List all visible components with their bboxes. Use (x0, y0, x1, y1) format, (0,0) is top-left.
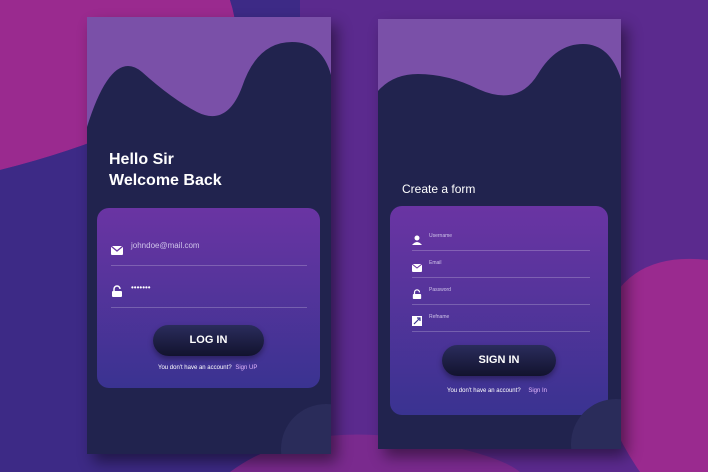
password-underline (111, 307, 307, 308)
signup-footer: You don't have an account? Sign In (447, 388, 547, 394)
login-button[interactable]: LOG IN (153, 325, 264, 356)
signup-footer-text: You don't have an account? (447, 388, 521, 394)
corner-decoration (281, 404, 331, 454)
greeting: Hello Sir Welcome Back (109, 149, 222, 191)
signup-card: Create a form Username Email Password Re… (378, 19, 621, 449)
greeting-line-2: Welcome Back (109, 172, 222, 189)
login-footer: You don't have an account? Sign UP (158, 365, 257, 371)
refname-field[interactable]: Refname (412, 313, 590, 332)
email-placeholder: Email (429, 260, 442, 266)
login-form: johndoe@mail.com ••••••• LOG IN You don'… (97, 208, 320, 388)
login-card: Hello Sir Welcome Back johndoe@mail.com … (87, 17, 331, 454)
wave-header (87, 17, 331, 127)
email-field[interactable]: Email (411, 259, 590, 278)
password-placeholder: Password (429, 287, 451, 293)
signin-button[interactable]: SIGN IN (442, 345, 556, 376)
image-icon (412, 313, 426, 327)
lock-icon (412, 286, 426, 300)
user-icon (412, 232, 426, 246)
email-underline (412, 277, 590, 278)
password-field[interactable]: Password (412, 286, 590, 305)
email-field[interactable]: johndoe@mail.com (110, 241, 307, 266)
signin-link[interactable]: Sign In (528, 388, 547, 394)
username-underline (412, 250, 590, 251)
email-value: johndoe@mail.com (131, 241, 200, 250)
email-underline (111, 265, 307, 266)
password-underline (412, 304, 590, 305)
login-footer-text: You don't have an account? (158, 365, 232, 371)
mail-icon (110, 242, 125, 256)
lock-icon (111, 284, 125, 298)
mail-icon (411, 259, 426, 273)
refname-placeholder: Refname (429, 314, 450, 320)
signup-link[interactable]: Sign UP (235, 365, 257, 371)
username-field[interactable]: Username (412, 232, 590, 251)
wave-header (378, 19, 621, 96)
refname-underline (412, 331, 590, 332)
greeting-line-1: Hello Sir (109, 151, 174, 168)
signup-form: Username Email Password Refname SIGN IN (390, 206, 608, 415)
password-value: ••••••• (131, 283, 151, 292)
username-placeholder: Username (429, 233, 453, 239)
password-field[interactable]: ••••••• (111, 283, 307, 308)
signup-title: Create a form (402, 182, 476, 196)
